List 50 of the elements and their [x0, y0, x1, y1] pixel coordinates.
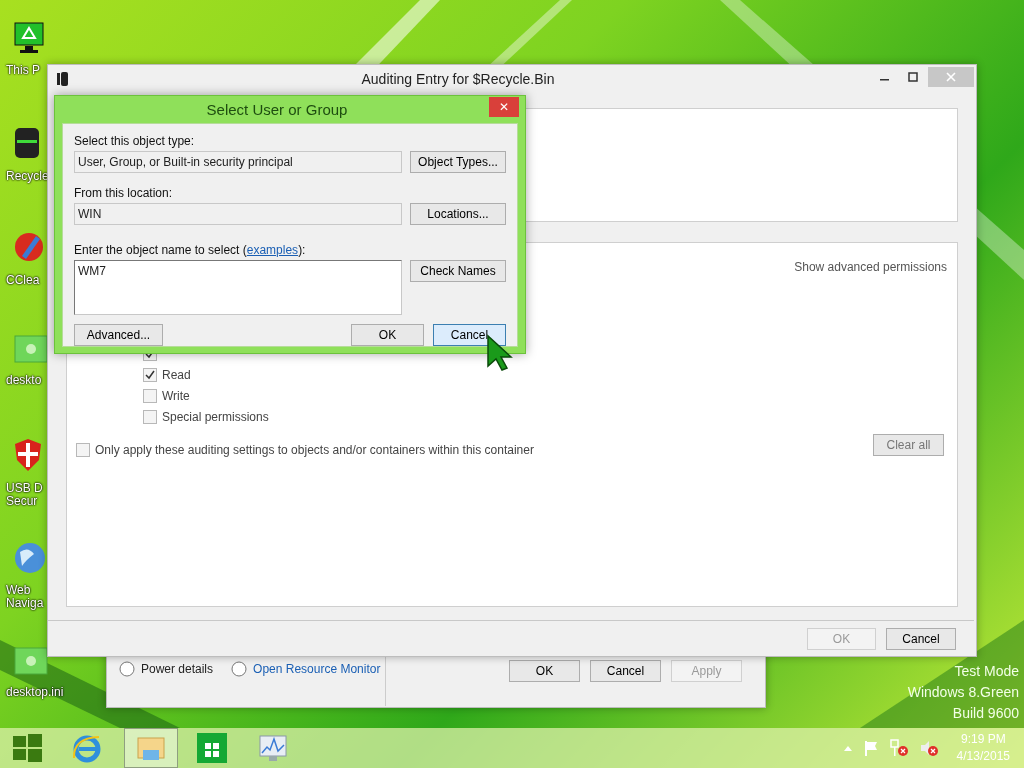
- checkbox-label: Special permissions: [162, 409, 269, 424]
- dialog-title: Select User or Group: [205, 101, 349, 118]
- taskbar-button[interactable]: [124, 728, 178, 768]
- option-label[interactable]: Power details: [141, 662, 214, 676]
- system-watermark-text: Windows 8.Green: [907, 684, 1019, 701]
- file-icon: [14, 646, 48, 676]
- dialog-button[interactable]: Cancel: [886, 628, 956, 650]
- check-names-button[interactable]: Check Names: [410, 260, 506, 282]
- close-button[interactable]: ✕: [489, 96, 519, 117]
- app-icon: [56, 71, 70, 87]
- checkbox-label: Only apply these auditing settings to objects and/or containers within this container: [95, 442, 534, 457]
- file-icon: [14, 334, 48, 364]
- resource-monitor-icon[interactable]: [257, 733, 289, 763]
- volume-muted-icon[interactable]: [918, 739, 939, 757]
- checkbox-label: Write: [162, 388, 190, 403]
- system-watermark-text: Build 9600: [952, 705, 1019, 722]
- dialog-button[interactable]: Cancel: [590, 660, 661, 682]
- field-label: Select this object type:: [74, 134, 196, 148]
- checkbox-label: Read: [162, 367, 191, 382]
- field-label: Enter the object name to select (examples):: [74, 243, 307, 257]
- shield-icon: [14, 438, 42, 472]
- location-field: WIN: [74, 203, 402, 225]
- dialog-button[interactable]: OK: [509, 660, 580, 682]
- radio-icon[interactable]: [231, 661, 248, 677]
- clear-all-button[interactable]: Clear all: [873, 434, 944, 456]
- start-icon[interactable]: [11, 732, 43, 764]
- store-icon[interactable]: [197, 733, 227, 763]
- locations-button[interactable]: Locations...: [410, 203, 506, 225]
- system-watermark-text: Test Mode: [954, 663, 1019, 680]
- checkbox[interactable]: [143, 409, 157, 424]
- radio-icon[interactable]: [119, 661, 135, 677]
- object-type-field: User, Group, or Built-in security principal: [74, 151, 402, 173]
- object-name-field[interactable]: WM7: [74, 260, 402, 315]
- link[interactable]: Show advanced permissions: [794, 260, 947, 274]
- examples-link[interactable]: examples: [246, 243, 299, 257]
- dialog-button[interactable]: Cancel: [433, 324, 506, 346]
- network-error-icon[interactable]: [888, 739, 909, 757]
- globe-icon: [14, 542, 46, 574]
- bin-icon: [14, 126, 40, 160]
- link[interactable]: Open Resource Monitor: [253, 662, 381, 676]
- monitor-icon: [14, 22, 44, 54]
- checkbox[interactable]: [143, 367, 157, 382]
- checkbox[interactable]: [143, 388, 157, 403]
- window-title: Auditing Entry for $Recycle.Bin: [361, 71, 555, 87]
- field-label: From this location:: [74, 186, 174, 200]
- dialog-button[interactable]: OK: [351, 324, 424, 346]
- object-types-button[interactable]: Object Types...: [410, 151, 506, 173]
- checkbox[interactable]: [76, 442, 90, 457]
- cursor-icon: [486, 334, 514, 372]
- dialog-button[interactable]: Advanced...: [74, 324, 163, 346]
